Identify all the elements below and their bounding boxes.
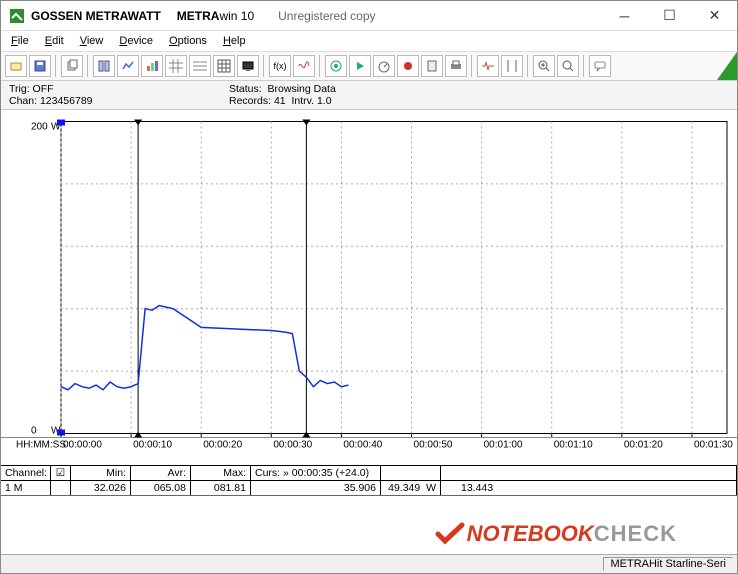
- menu-options[interactable]: Options: [167, 33, 209, 49]
- svg-text:200: 200: [31, 122, 48, 133]
- svg-text:00:00:20: 00:00:20: [203, 440, 242, 451]
- tool-save-icon[interactable]: [29, 55, 51, 77]
- tool-copy-icon[interactable]: [61, 55, 83, 77]
- th-min: Min:: [71, 466, 131, 480]
- tool-chart-icon[interactable]: [117, 55, 139, 77]
- cell-avr: 065.08: [131, 481, 191, 495]
- tool-signal-icon[interactable]: [293, 55, 315, 77]
- cell-max: 081.81: [191, 481, 251, 495]
- menu-file[interactable]: File: [9, 33, 31, 49]
- th-avr: Avr:: [131, 466, 191, 480]
- tool-gauge-icon[interactable]: [373, 55, 395, 77]
- chart-area[interactable]: 2000WWHH:MM:SS00:00:0000:00:1000:00:2000…: [1, 110, 737, 465]
- menu-device[interactable]: Device: [117, 33, 155, 49]
- tool-zoom-icon[interactable]: [557, 55, 579, 77]
- th-curs: Curs: » 00:00:35 (+24.0): [251, 466, 381, 480]
- tool-channel-icon[interactable]: [93, 55, 115, 77]
- menu-edit[interactable]: Edit: [43, 33, 66, 49]
- title-copy: Unregistered copy: [278, 9, 375, 23]
- menu-help[interactable]: Help: [221, 33, 248, 49]
- th-c2: [381, 466, 441, 480]
- svg-text:00:00:10: 00:00:10: [133, 440, 172, 451]
- tool-grid2-icon[interactable]: [189, 55, 211, 77]
- toolbar: f(x): [1, 52, 737, 81]
- tool-grid-icon[interactable]: [165, 55, 187, 77]
- title-brand: GOSSEN METRAWATT: [31, 9, 161, 23]
- under-chart-blank: [1, 496, 737, 554]
- th-check[interactable]: ☑: [51, 466, 71, 480]
- th-diff: [441, 466, 737, 480]
- tool-zoom-in-icon[interactable]: [533, 55, 555, 77]
- tool-bar-icon[interactable]: [141, 55, 163, 77]
- svg-text:00:01:20: 00:01:20: [624, 440, 663, 451]
- line-chart: 2000WWHH:MM:SS00:00:0000:00:1000:00:2000…: [1, 110, 737, 465]
- status-device: METRAHit Starline-Seri: [603, 557, 733, 571]
- channel-table: Channel: ☑ Min: Avr: Max: Curs: » 00:00:…: [1, 465, 737, 496]
- close-button[interactable]: ✕: [692, 1, 737, 31]
- svg-text:00:01:00: 00:01:00: [484, 440, 523, 451]
- svg-text:00:00:40: 00:00:40: [343, 440, 382, 451]
- tool-pulse-icon[interactable]: [477, 55, 499, 77]
- menubar: File Edit View Device Options Help: [1, 31, 737, 52]
- svg-text:0: 0: [31, 426, 37, 437]
- window-controls: ─ ☐ ✕: [602, 1, 737, 31]
- cell-diff: 13.443: [441, 481, 737, 495]
- tool-table-icon[interactable]: [213, 55, 235, 77]
- tool-cursor-icon[interactable]: [501, 55, 523, 77]
- svg-text:HH:MM:SS: HH:MM:SS: [16, 440, 66, 451]
- th-channel: Channel:: [1, 466, 51, 480]
- title-app: METRAwin 10: [177, 9, 254, 23]
- tool-wave-icon[interactable]: f(x): [269, 55, 291, 77]
- tool-comment-icon[interactable]: [589, 55, 611, 77]
- tool-device-icon[interactable]: [421, 55, 443, 77]
- titlebar: GOSSEN METRAWATT METRAwin 10 Unregistere…: [1, 1, 737, 31]
- toolbar-resize-icon: [717, 52, 737, 80]
- tool-print-icon[interactable]: [445, 55, 467, 77]
- th-max: Max:: [191, 466, 251, 480]
- svg-text:00:00:00: 00:00:00: [63, 440, 102, 451]
- app-icon: [9, 8, 25, 24]
- tool-record-icon[interactable]: [397, 55, 419, 77]
- cell-min: 32.026: [71, 481, 131, 495]
- cell-channel: 1 M: [1, 481, 51, 495]
- cell-c1: 35.906: [251, 481, 381, 495]
- tool-file-open-icon[interactable]: [5, 55, 27, 77]
- svg-text:00:01:10: 00:01:10: [554, 440, 593, 451]
- tool-monitor-icon[interactable]: [237, 55, 259, 77]
- tool-connect-icon[interactable]: [325, 55, 347, 77]
- cell-c2: 49.349 W: [381, 481, 441, 495]
- svg-text:00:01:30: 00:01:30: [694, 440, 733, 451]
- menu-view[interactable]: View: [78, 33, 106, 49]
- svg-text:00:00:30: 00:00:30: [273, 440, 312, 451]
- tool-play-icon[interactable]: [349, 55, 371, 77]
- status-line: Trig: OFF Chan: 123456789 Status: Browsi…: [1, 81, 737, 110]
- svg-text:00:00:50: 00:00:50: [414, 440, 453, 451]
- maximize-button[interactable]: ☐: [647, 1, 692, 31]
- bottom-status-bar: METRAHit Starline-Seri: [1, 554, 737, 573]
- table-row[interactable]: 1 M 32.026 065.08 081.81 35.906 49.349 W…: [1, 481, 737, 496]
- minimize-button[interactable]: ─: [602, 1, 647, 31]
